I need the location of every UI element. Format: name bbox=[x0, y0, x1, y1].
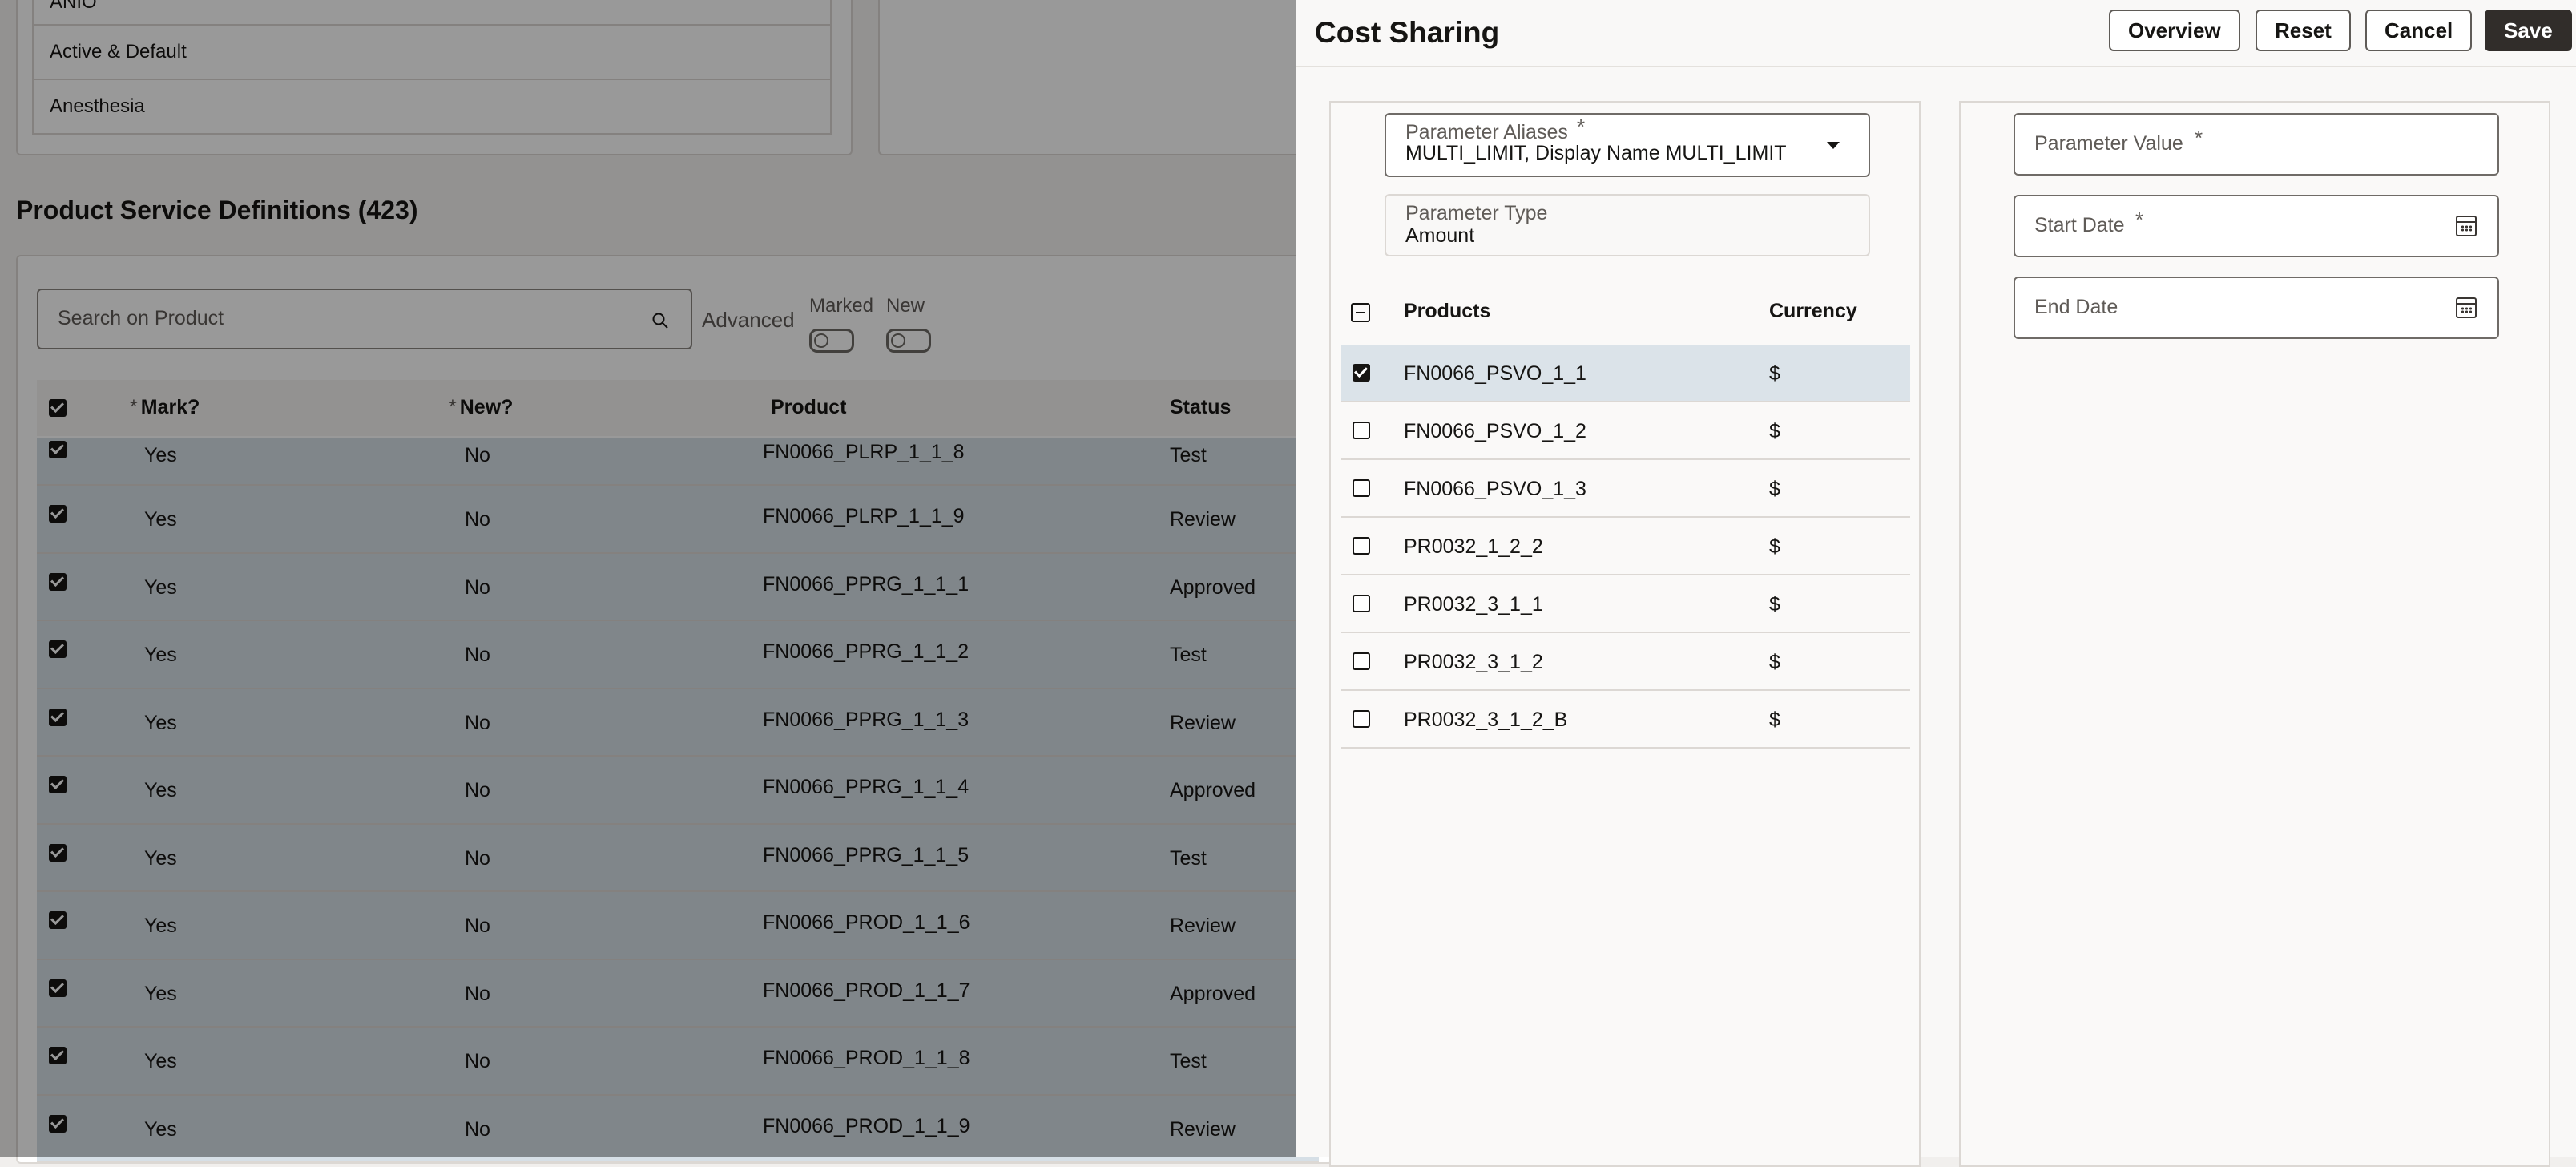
currency-cell: $ bbox=[1769, 709, 1780, 731]
parameter-aliases-value: MULTI_LIMIT, Display Name MULTI_LIMIT bbox=[1405, 142, 1787, 164]
overview-button[interactable]: Overview bbox=[2109, 10, 2240, 51]
required-indicator: * bbox=[2195, 126, 2203, 150]
parameter-type-value: Amount bbox=[1405, 224, 1475, 247]
product-row[interactable]: FN0066_PSVO_1_3 $ bbox=[1341, 460, 1910, 518]
product-name: PR0032_3_1_1 bbox=[1404, 593, 1543, 616]
calendar-icon[interactable] bbox=[2456, 216, 2477, 236]
parameter-type-field: Parameter Type Amount bbox=[1385, 194, 1870, 256]
modal-overlay[interactable] bbox=[0, 0, 1296, 1157]
product-row[interactable]: PR0032_3_1_1 $ bbox=[1341, 575, 1910, 633]
product-row[interactable]: PR0032_1_2_2 $ bbox=[1341, 518, 1910, 575]
product-checkbox[interactable] bbox=[1353, 537, 1370, 555]
end-date-label: End Date bbox=[2034, 296, 2118, 318]
currency-cell: $ bbox=[1769, 593, 1780, 616]
product-row[interactable]: PR0032_3_1_2 $ bbox=[1341, 633, 1910, 691]
currency-cell: $ bbox=[1769, 420, 1780, 442]
product-name: FN0066_PSVO_1_1 bbox=[1404, 362, 1586, 385]
products-table-header: Products Currency bbox=[1340, 289, 1910, 335]
product-row[interactable]: PR0032_3_1_2_B $ bbox=[1341, 691, 1910, 749]
cancel-button[interactable]: Cancel bbox=[2365, 10, 2473, 51]
parameter-aliases-label: Parameter Aliases bbox=[1405, 121, 1568, 143]
product-checkbox[interactable] bbox=[1353, 422, 1370, 439]
product-name: PR0032_3_1_2_B bbox=[1404, 709, 1568, 731]
chevron-down-icon[interactable] bbox=[1827, 142, 1840, 149]
start-date-field[interactable]: Start Date * bbox=[2014, 195, 2499, 257]
product-checkbox[interactable] bbox=[1353, 710, 1370, 728]
parameter-panel bbox=[1959, 101, 2550, 1167]
reset-button[interactable]: Reset bbox=[2256, 10, 2351, 51]
parameter-value-label: Parameter Value bbox=[2034, 132, 2183, 155]
select-all-checkbox[interactable] bbox=[1351, 303, 1370, 322]
product-name: FN0066_PSVO_1_2 bbox=[1404, 420, 1586, 442]
start-date-label: Start Date bbox=[2034, 214, 2125, 236]
drawer-header: Cost Sharing Overview Reset Cancel Save bbox=[1296, 0, 2576, 67]
currency-cell: $ bbox=[1769, 651, 1780, 673]
product-name: PR0032_3_1_2 bbox=[1404, 651, 1543, 673]
product-name: FN0066_PSVO_1_3 bbox=[1404, 478, 1586, 500]
end-date-field[interactable]: End Date bbox=[2014, 277, 2499, 339]
currency-column-header[interactable]: Currency bbox=[1769, 300, 1857, 323]
parameter-aliases-select[interactable]: Parameter Aliases * MULTI_LIMIT, Display… bbox=[1385, 113, 1870, 177]
product-row[interactable]: FN0066_PSVO_1_2 $ bbox=[1341, 402, 1910, 460]
currency-cell: $ bbox=[1769, 362, 1780, 385]
currency-cell: $ bbox=[1769, 478, 1780, 500]
required-indicator: * bbox=[2135, 208, 2144, 232]
calendar-icon[interactable] bbox=[2456, 297, 2477, 318]
product-checkbox[interactable] bbox=[1353, 364, 1370, 382]
parameter-value-field[interactable]: Parameter Value * bbox=[2014, 113, 2499, 176]
required-indicator: * bbox=[1577, 115, 1586, 139]
currency-cell: $ bbox=[1769, 535, 1780, 558]
product-row[interactable]: FN0066_PSVO_1_1 $ bbox=[1341, 345, 1910, 402]
product-checkbox[interactable] bbox=[1353, 652, 1370, 670]
product-name: PR0032_1_2_2 bbox=[1404, 535, 1543, 558]
product-checkbox[interactable] bbox=[1353, 595, 1370, 612]
parameter-type-label: Parameter Type bbox=[1405, 202, 1548, 224]
save-button[interactable]: Save bbox=[2485, 10, 2572, 51]
product-checkbox[interactable] bbox=[1353, 479, 1370, 497]
drawer-title: Cost Sharing bbox=[1315, 16, 1500, 49]
products-column-header[interactable]: Products bbox=[1404, 300, 1490, 323]
